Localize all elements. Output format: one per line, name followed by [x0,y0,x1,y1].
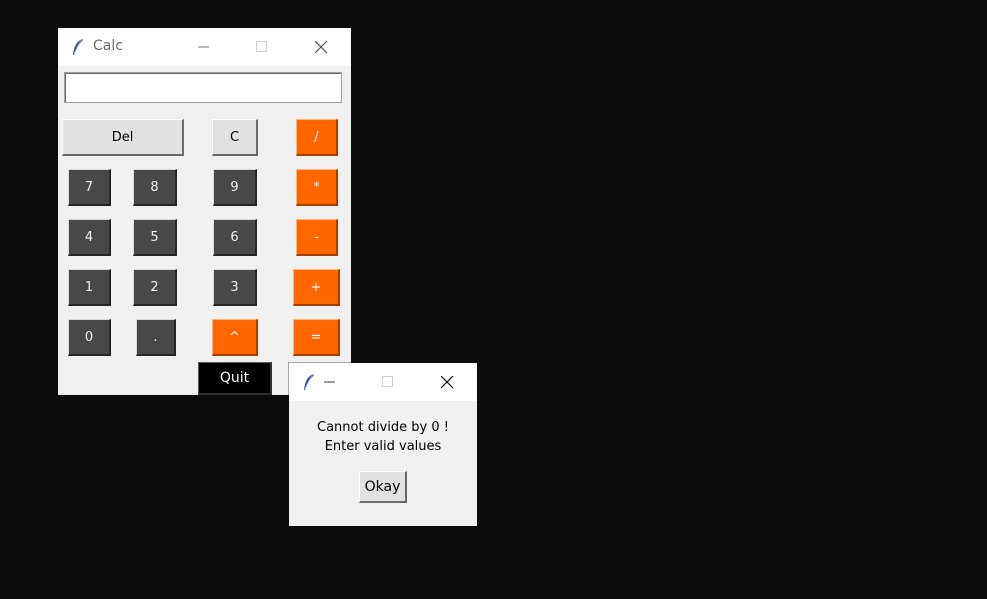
power-button[interactable]: ^ [212,319,258,356]
close-button[interactable] [424,363,470,401]
digit-8-button[interactable]: 8 [133,169,177,206]
decimal-point-button[interactable]: . [136,319,176,356]
equals-button[interactable]: = [293,319,340,356]
window-title: Calc [93,38,123,54]
minimize-button[interactable] [307,363,353,401]
close-button[interactable] [298,28,344,66]
digit-1-button[interactable]: 1 [68,269,111,306]
plus-button[interactable]: + [293,269,340,306]
maximize-icon [256,41,267,52]
digit-6-button[interactable]: 6 [213,219,257,256]
minimize-icon [324,381,335,383]
error-message-line-2: Enter valid values [324,439,442,454]
okay-button[interactable]: Okay [359,471,407,503]
minimize-icon [198,46,209,48]
display-entry[interactable] [64,72,342,103]
digit-0-button[interactable]: 0 [68,319,111,356]
calc-titlebar[interactable]: Calc [58,28,351,66]
close-icon [440,375,453,388]
digit-7-button[interactable]: 7 [68,169,111,206]
digit-9-button[interactable]: 9 [213,169,257,206]
clear-button[interactable]: C [212,119,258,156]
digit-2-button[interactable]: 2 [133,269,177,306]
feather-icon [71,38,87,56]
quit-button[interactable]: Quit [198,362,272,395]
error-dialog: Cannot divide by 0 ! Enter valid values … [289,363,477,526]
digit-4-button[interactable]: 4 [68,219,111,256]
divide-button[interactable]: / [296,119,338,156]
minus-button[interactable]: - [296,219,338,256]
dialog-titlebar[interactable] [289,363,477,401]
digit-5-button[interactable]: 5 [133,219,177,256]
error-message: Cannot divide by 0 ! Enter valid values [289,418,477,456]
minimize-button[interactable] [181,28,227,66]
del-button[interactable]: Del [62,119,184,156]
calc-window: Calc Del C / 7 8 9 * 4 5 6 - 1 2 3 + 0 .… [58,28,351,395]
maximize-button[interactable] [365,363,411,401]
error-message-line-1: Cannot divide by 0 ! [317,420,449,435]
close-icon [314,40,327,53]
digit-3-button[interactable]: 3 [213,269,257,306]
maximize-button[interactable] [239,28,285,66]
multiply-button[interactable]: * [296,169,338,206]
maximize-icon [382,376,393,387]
